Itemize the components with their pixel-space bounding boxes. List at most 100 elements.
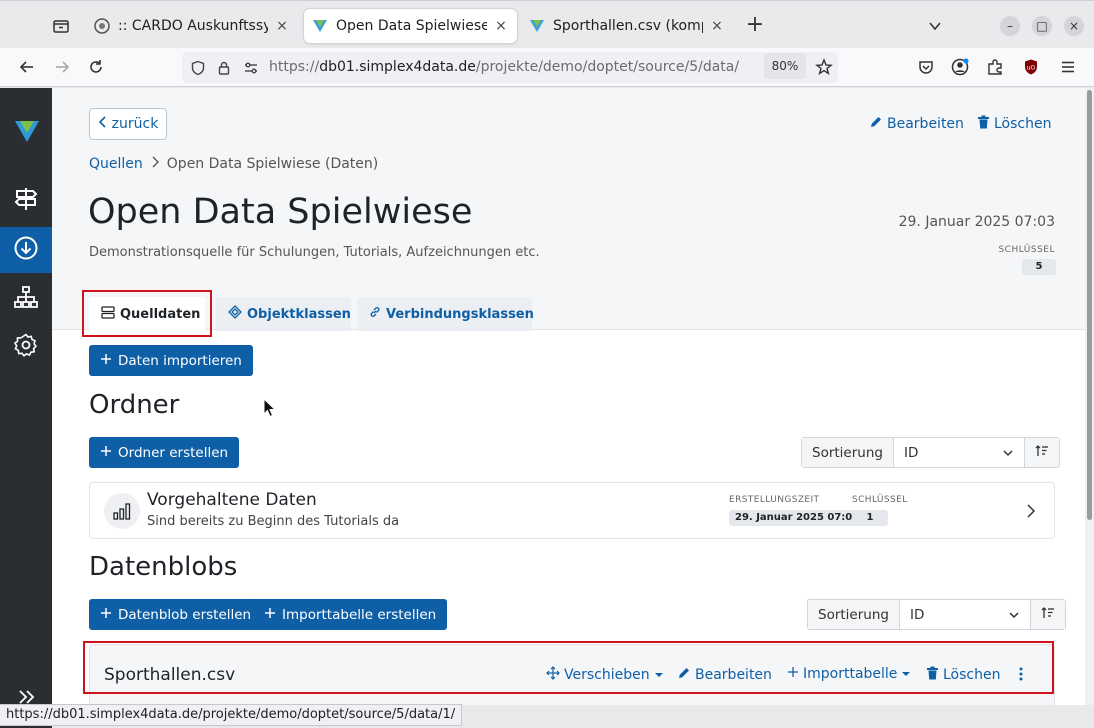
chevron-down-icon bbox=[1008, 607, 1020, 623]
sort-direction-button[interactable] bbox=[1030, 600, 1065, 629]
page-title: Open Data Spielwiese bbox=[88, 192, 473, 232]
blobs-title: Datenblobs bbox=[89, 552, 238, 582]
database-icon bbox=[101, 305, 115, 323]
forward-arrow-icon[interactable] bbox=[51, 56, 73, 78]
blob-card: Sporthallen.csv Verschieben Bearbeiten I… bbox=[89, 644, 1055, 705]
sort-value: ID bbox=[903, 444, 919, 461]
simplex-favicon-icon bbox=[529, 18, 545, 34]
tab-cardo[interactable]: :: CARDO Auskunftssystem × bbox=[86, 9, 298, 43]
sort-direction-button[interactable] bbox=[1024, 438, 1059, 467]
import-table-dropdown[interactable]: Importtabelle bbox=[787, 666, 911, 682]
scrollbar-thumb[interactable] bbox=[1087, 90, 1092, 520]
simplex-logo-icon[interactable] bbox=[14, 118, 40, 144]
folder-card[interactable]: Vorgehaltene Daten Sind bereits zu Begin… bbox=[89, 482, 1055, 539]
create-import-table-button[interactable]: Importtabelle erstellen bbox=[253, 599, 448, 630]
lock-icon[interactable] bbox=[215, 59, 233, 77]
blobs-sort-control: Sortierung ID bbox=[807, 599, 1066, 630]
simplex-favicon-icon bbox=[312, 18, 328, 34]
chevron-right-icon bbox=[151, 156, 159, 172]
pocket-icon[interactable] bbox=[915, 56, 937, 78]
tab-sporthallen-csv[interactable]: Sporthallen.csv (komplett) × bbox=[521, 9, 733, 43]
edit-blob-button[interactable]: Bearbeiten bbox=[677, 666, 772, 684]
tab-objektklassen[interactable]: Objektklassen bbox=[216, 297, 351, 331]
permissions-icon[interactable] bbox=[242, 59, 260, 77]
sort-label: Sortierung bbox=[808, 600, 900, 629]
page-scrollbar[interactable] bbox=[1085, 88, 1094, 705]
plus-icon bbox=[100, 353, 112, 369]
tab-verbindungsklassen[interactable]: Verbindungsklassen bbox=[357, 297, 534, 331]
hierarchy-icon bbox=[13, 284, 39, 314]
page-date: 29. Januar 2025 07:03 bbox=[898, 214, 1055, 230]
link-icon bbox=[369, 306, 381, 322]
tab-close-icon[interactable]: × bbox=[709, 18, 725, 34]
breadcrumb-link-quellen[interactable]: Quellen bbox=[89, 156, 143, 172]
delete-blob-button[interactable]: Löschen bbox=[926, 666, 1000, 684]
ublock-origin-icon[interactable]: uO bbox=[1020, 56, 1042, 78]
sidebar-item-hierarchy[interactable] bbox=[0, 276, 52, 322]
account-icon[interactable] bbox=[949, 56, 971, 78]
breadcrumb: Quellen Open Data Spielwiese (Daten) bbox=[89, 156, 378, 172]
url-bar[interactable]: https://db01.simplex4data.de/projekte/de… bbox=[182, 52, 838, 83]
link-status-bar: https://db01.simplex4data.de/projekte/de… bbox=[0, 704, 463, 726]
create-blob-button[interactable]: Datenblob erstellen bbox=[89, 599, 263, 630]
chevron-down-icon bbox=[1002, 445, 1014, 461]
new-tab-button[interactable]: + bbox=[744, 14, 766, 37]
window-minimize-button[interactable]: – bbox=[1000, 16, 1020, 36]
hamburger-menu-icon[interactable] bbox=[1057, 56, 1079, 78]
edit-blob-label: Bearbeiten bbox=[695, 667, 772, 683]
sort-select[interactable]: ID bbox=[900, 600, 1031, 629]
pencil-icon bbox=[869, 115, 883, 133]
key-badge: 5 bbox=[1022, 259, 1056, 275]
url-text: https://db01.simplex4data.de/projekte/de… bbox=[269, 59, 739, 75]
tab-open-data-spielwiese[interactable]: Open Data Spielwiese - Quelldaten × bbox=[304, 9, 517, 43]
sidebar-item-import[interactable] bbox=[0, 227, 52, 273]
sort-select[interactable]: ID bbox=[894, 438, 1025, 467]
window-maximize-button[interactable]: □ bbox=[1032, 16, 1052, 36]
tab-overflow-chevron-icon[interactable] bbox=[926, 17, 944, 35]
cardo-favicon-icon bbox=[94, 18, 110, 34]
sidebar-item-signpost[interactable] bbox=[0, 178, 52, 224]
folder-key-label: SCHLÜSSEL bbox=[852, 495, 908, 505]
shield-icon[interactable] bbox=[189, 59, 207, 77]
app-sidebar bbox=[0, 88, 52, 728]
mouse-pointer-icon bbox=[263, 397, 277, 418]
import-data-button[interactable]: Daten importieren bbox=[89, 345, 253, 376]
extensions-puzzle-icon[interactable] bbox=[984, 56, 1006, 78]
tab-title: Open Data Spielwiese - Quelldaten bbox=[336, 18, 487, 34]
window-close-button[interactable]: × bbox=[1064, 16, 1084, 36]
create-blob-label: Datenblob erstellen bbox=[118, 606, 252, 623]
blob-name[interactable]: Sporthallen.csv bbox=[104, 665, 235, 685]
delete-blob-label: Löschen bbox=[943, 667, 1001, 683]
delete-source-button[interactable]: Löschen bbox=[977, 115, 1051, 133]
create-folder-button[interactable]: Ordner erstellen bbox=[89, 437, 240, 468]
tab-close-icon[interactable]: × bbox=[493, 18, 509, 34]
bookmark-star-icon[interactable] bbox=[813, 56, 835, 78]
sidebar-item-settings[interactable] bbox=[0, 324, 52, 370]
created-label: ERSTELLUNGSZEIT bbox=[729, 495, 820, 505]
sort-value: ID bbox=[909, 606, 925, 623]
zoom-level-badge[interactable]: 80% bbox=[764, 53, 806, 79]
folder-name: Vorgehaltene Daten bbox=[147, 490, 317, 510]
tab-quelldaten[interactable]: Quelldaten bbox=[89, 297, 205, 331]
svg-text:uO: uO bbox=[1027, 65, 1036, 72]
back-button[interactable]: zurück bbox=[89, 108, 167, 140]
edit-source-button[interactable]: Bearbeiten bbox=[869, 115, 964, 133]
tab-list-icon[interactable] bbox=[50, 15, 72, 37]
diamond-icon bbox=[228, 305, 242, 323]
tab-close-icon[interactable]: × bbox=[274, 18, 290, 34]
reload-icon[interactable] bbox=[85, 56, 107, 78]
move-blob-button[interactable]: Verschieben bbox=[546, 666, 664, 684]
trash-icon bbox=[977, 115, 990, 133]
plus-icon bbox=[264, 607, 276, 623]
tab-title: Sporthallen.csv (komplett) bbox=[553, 18, 703, 34]
url-prefix: https:// bbox=[269, 59, 320, 75]
tab-verbindungsklassen-label: Verbindungsklassen bbox=[386, 306, 534, 322]
back-arrow-icon[interactable] bbox=[16, 56, 38, 78]
tab-objektklassen-label: Objektklassen bbox=[247, 306, 351, 322]
back-label: zurück bbox=[111, 116, 159, 132]
caret-down-icon bbox=[654, 667, 664, 683]
more-vertical-icon[interactable] bbox=[1018, 666, 1024, 682]
url-domain: db01.simplex4data.de bbox=[319, 59, 476, 75]
key-label: SCHLÜSSEL bbox=[998, 245, 1055, 255]
pencil-icon bbox=[677, 666, 691, 684]
